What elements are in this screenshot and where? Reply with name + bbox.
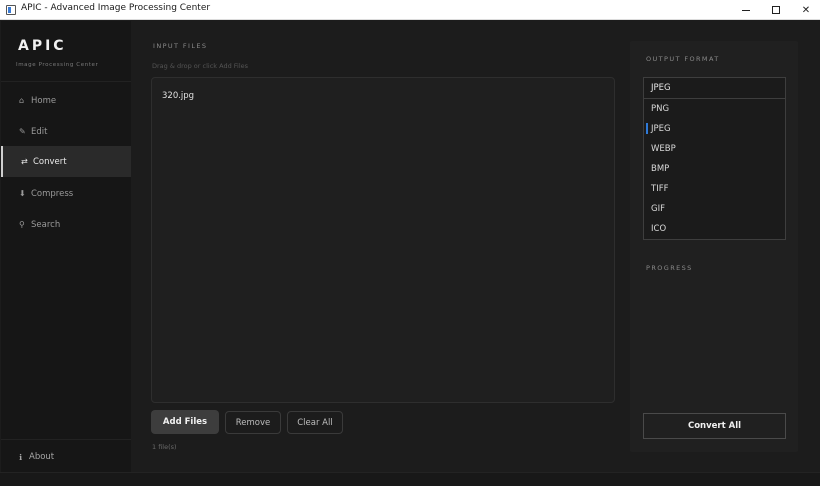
sidebar-item-about[interactable]: ℹ About [19, 452, 54, 462]
info-icon: ℹ [19, 452, 23, 462]
edit-icon: ✎ [19, 127, 26, 136]
drop-hint: Drag & drop or click Add Files [152, 62, 249, 70]
sidebar-item-label: Convert [33, 156, 67, 167]
home-icon: ⌂ [19, 96, 25, 105]
sidebar-item-label: Edit [31, 126, 48, 137]
output-format-select[interactable]: JPEG [643, 77, 786, 99]
format-option-tiff[interactable]: TIFF [651, 184, 668, 194]
sidebar-item-compress[interactable]: ⬇ Compress [1, 178, 131, 209]
remove-button[interactable]: Remove [225, 411, 281, 434]
maximize-button[interactable] [761, 0, 791, 20]
sidebar-item-search[interactable]: ⚲ Search [1, 209, 131, 240]
brand-logo: APIC [18, 38, 67, 54]
output-format-label: OUTPUT FORMAT [646, 55, 720, 63]
sidebar-item-label: About [29, 452, 55, 462]
sidebar-item-home[interactable]: ⌂ Home [1, 85, 131, 116]
format-option-png[interactable]: PNG [651, 104, 669, 114]
file-count: 1 file(s) [152, 443, 177, 451]
minimize-button[interactable] [731, 0, 761, 20]
status-bar [0, 472, 820, 486]
sidebar-item-label: Home [31, 95, 57, 106]
maximize-icon [772, 6, 780, 14]
convert-all-button[interactable]: Convert All [643, 413, 786, 439]
window-title: APIC - Advanced Image Processing Center [21, 3, 211, 13]
input-files-label: INPUT FILES [153, 42, 208, 50]
app-icon [6, 5, 16, 15]
format-option-jpeg[interactable]: JPEG [651, 124, 671, 134]
sidebar-item-edit[interactable]: ✎ Edit [1, 116, 131, 147]
minimize-icon [742, 9, 750, 11]
file-list[interactable]: 320.jpg [151, 77, 615, 403]
convert-icon: ⇄ [21, 157, 28, 166]
format-option-gif[interactable]: GIF [651, 204, 665, 214]
selected-option-marker [646, 123, 648, 134]
search-icon: ⚲ [19, 220, 25, 229]
progress-label: PROGRESS [646, 264, 693, 272]
sidebar-item-label: Search [31, 219, 61, 230]
sidebar: APIC Image Processing Center ⌂ Home ✎ Ed… [1, 21, 131, 472]
format-option-bmp[interactable]: BMP [651, 164, 669, 174]
close-button[interactable]: ✕ [791, 0, 820, 20]
close-icon: ✕ [801, 4, 811, 16]
clear-all-button[interactable]: Clear All [287, 411, 343, 434]
nav-divider [1, 81, 131, 82]
add-files-button[interactable]: Add Files [151, 410, 219, 434]
title-bar: APIC - Advanced Image Processing Center … [0, 0, 820, 20]
format-option-ico[interactable]: ICO [651, 224, 666, 234]
format-option-webp[interactable]: WEBP [651, 144, 676, 154]
sidebar-item-convert[interactable]: ⇄ Convert [1, 146, 131, 177]
brand-subtitle: Image Processing Center [16, 62, 99, 68]
list-item[interactable]: 320.jpg [162, 91, 194, 101]
compress-icon: ⬇ [19, 189, 26, 198]
about-divider [1, 439, 131, 440]
sidebar-item-label: Compress [31, 188, 74, 199]
format-dropdown-list: PNG JPEG WEBP BMP TIFF GIF ICO [643, 99, 786, 240]
